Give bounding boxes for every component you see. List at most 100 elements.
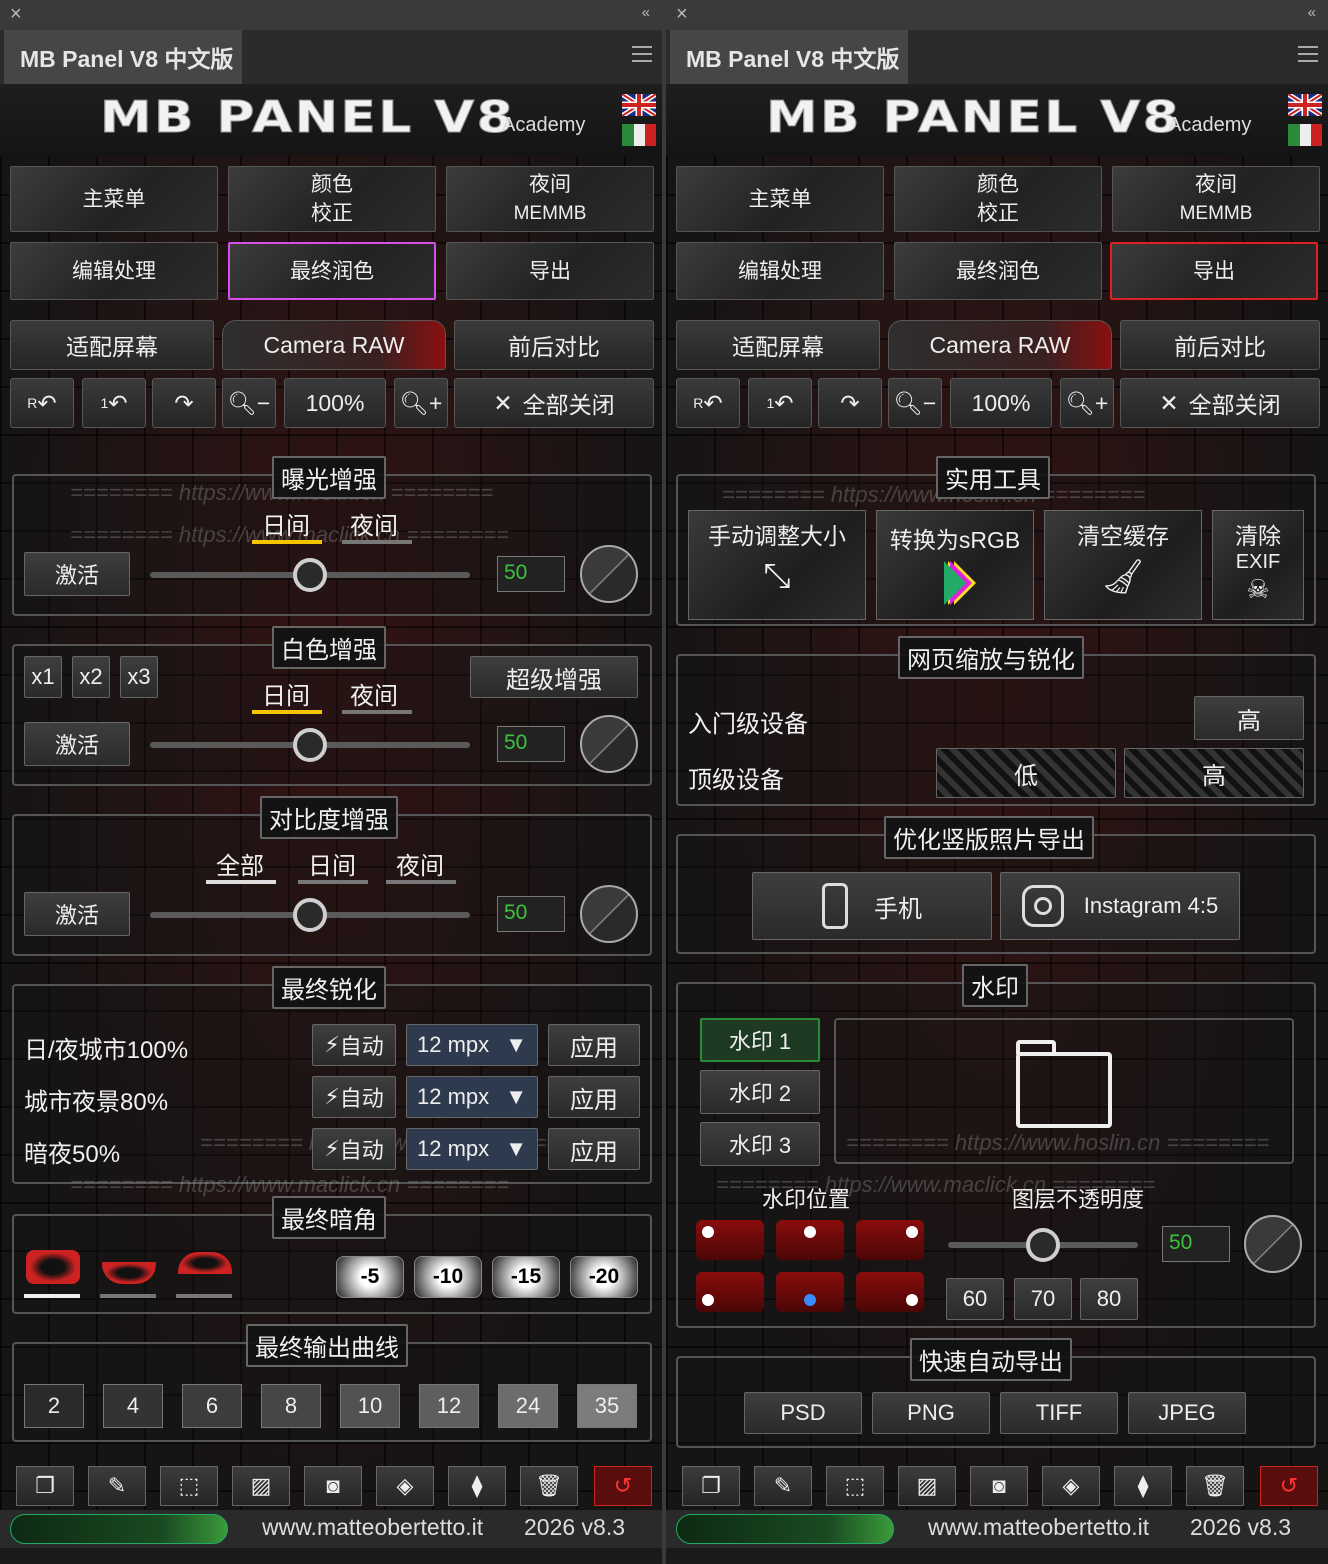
layers-icon[interactable]: ◈ [1042, 1466, 1100, 1506]
redo-button[interactable]: ↷ [818, 378, 882, 428]
auto-button[interactable]: ⚡ 自动 [312, 1128, 396, 1170]
undo-one-button[interactable]: 1 ↶ [82, 378, 146, 428]
undo-raw-button[interactable]: R ↶ [676, 378, 740, 428]
duplicate-icon[interactable]: ❐ [682, 1466, 740, 1506]
zoom-out-button[interactable]: 🔍︎− [222, 378, 276, 428]
menu-icon[interactable] [1298, 46, 1318, 62]
curve-button[interactable]: 4 [103, 1384, 163, 1428]
opacity-80-button[interactable]: 80 [1080, 1278, 1138, 1320]
activate-button[interactable]: 激活 [24, 892, 130, 936]
tab-day[interactable]: 日间 [308, 846, 356, 881]
tab-mb-panel[interactable]: MB Panel V8 中文版 [670, 30, 908, 84]
vignette-button[interactable]: -20 [570, 1256, 638, 1298]
folder-icon[interactable] [1016, 1040, 1112, 1128]
watermark-3-button[interactable]: 水印 3 [700, 1122, 820, 1166]
vignette-button[interactable]: -15 [492, 1256, 560, 1298]
curve-button[interactable]: 10 [340, 1384, 400, 1428]
vignette-top-icon[interactable] [178, 1252, 232, 1274]
apply-button[interactable]: 应用 [548, 1076, 640, 1118]
position-bottom-center[interactable] [776, 1272, 844, 1312]
dial-icon[interactable] [580, 545, 638, 603]
curve-button[interactable]: 35 [577, 1384, 637, 1428]
menu-main[interactable]: 主菜单 [10, 166, 218, 232]
tab-night[interactable]: 夜间 [350, 676, 398, 711]
tab-day[interactable]: 日间 [262, 506, 310, 541]
slider-knob[interactable] [1026, 1228, 1060, 1262]
menu-night[interactable]: 夜间 MEMMB [446, 166, 654, 232]
position-top-right[interactable] [856, 1220, 924, 1260]
top-high-button[interactable]: 高 [1124, 748, 1304, 798]
menu-color-correction[interactable]: 颜色 校正 [894, 166, 1102, 232]
tab-day[interactable]: 日间 [262, 676, 310, 711]
menu-final-touch[interactable]: 最终润色 [228, 242, 436, 300]
brush-icon[interactable]: ✎ [88, 1466, 146, 1506]
mask-icon[interactable]: ◙ [304, 1466, 362, 1506]
mask-icon[interactable]: ◙ [970, 1466, 1028, 1506]
slider-knob[interactable] [293, 558, 327, 592]
instagram-button[interactable]: Instagram 4:5 [1000, 872, 1240, 940]
x3-button[interactable]: x3 [120, 656, 158, 698]
vignette-oval-icon[interactable] [26, 1250, 80, 1284]
curve-button[interactable]: 24 [498, 1384, 558, 1428]
dial-icon[interactable] [580, 715, 638, 773]
menu-export[interactable]: 导出 [446, 242, 654, 300]
position-bottom-left[interactable] [696, 1272, 764, 1312]
clear-cache-button[interactable]: 清空缓存 🧹︎ [1044, 510, 1202, 620]
png-button[interactable]: PNG [872, 1392, 990, 1434]
mpx-select[interactable]: 12 mpx ▼ [406, 1024, 538, 1066]
menu-editing[interactable]: 编辑处理 [10, 242, 218, 300]
opacity-70-button[interactable]: 70 [1014, 1278, 1072, 1320]
redo-button[interactable]: ↷ [152, 378, 216, 428]
phone-button[interactable]: 手机 [752, 872, 992, 940]
italy-flag-icon[interactable] [622, 124, 656, 146]
curve-button[interactable]: 12 [419, 1384, 479, 1428]
x1-button[interactable]: x1 [24, 656, 62, 698]
clear-exif-button[interactable]: 清除 EXIF ☠ [1212, 510, 1304, 620]
value-field[interactable]: 50 [497, 726, 565, 762]
menu-final-touch[interactable]: 最终润色 [894, 242, 1102, 300]
duplicate-icon[interactable]: ❐ [16, 1466, 74, 1506]
reset-icon[interactable]: ↺ [594, 1466, 652, 1506]
watermark-2-button[interactable]: 水印 2 [700, 1070, 820, 1114]
psd-button[interactable]: PSD [744, 1392, 862, 1434]
apply-button[interactable]: 应用 [548, 1128, 640, 1170]
tiff-button[interactable]: TIFF [1000, 1392, 1118, 1434]
opacity-60-button[interactable]: 60 [946, 1278, 1004, 1320]
auto-button[interactable]: ⚡ 自动 [312, 1024, 396, 1066]
menu-icon[interactable] [632, 46, 652, 62]
position-top-left[interactable] [696, 1220, 764, 1260]
curve-button[interactable]: 8 [261, 1384, 321, 1428]
fit-screen-button[interactable]: 适配屏幕 [10, 320, 214, 370]
activate-button[interactable]: 激活 [24, 722, 130, 766]
undo-one-button[interactable]: 1 ↶ [748, 378, 812, 428]
flip-icon[interactable]: ⧫ [448, 1466, 506, 1506]
x2-button[interactable]: x2 [72, 656, 110, 698]
select-icon[interactable]: ⬚ [160, 1466, 218, 1506]
image-icon[interactable]: ▨ [898, 1466, 956, 1506]
vignette-button[interactable]: -10 [414, 1256, 482, 1298]
close-all-button[interactable]: ✕ 全部关闭 [454, 378, 654, 428]
compare-button[interactable]: 前后对比 [454, 320, 654, 370]
mpx-select[interactable]: 12 mpx ▼ [406, 1128, 538, 1170]
curve-button[interactable]: 2 [24, 1384, 84, 1428]
menu-editing[interactable]: 编辑处理 [676, 242, 884, 300]
slider-knob[interactable] [293, 898, 327, 932]
undo-raw-button[interactable]: R ↶ [10, 378, 74, 428]
value-field[interactable]: 50 [497, 896, 565, 932]
zoom-in-button[interactable]: 🔍︎+ [394, 378, 448, 428]
jpeg-button[interactable]: JPEG [1128, 1392, 1246, 1434]
zoom-in-button[interactable]: 🔍︎+ [1060, 378, 1114, 428]
uk-flag-icon[interactable] [1288, 94, 1322, 116]
footer-url[interactable]: www.matteobertetto.it [262, 1514, 483, 1541]
brush-icon[interactable]: ✎ [754, 1466, 812, 1506]
close-icon[interactable]: × [676, 3, 688, 26]
vignette-button[interactable]: -5 [336, 1256, 404, 1298]
tab-night[interactable]: 夜间 [350, 506, 398, 541]
camera-raw-button[interactable]: Camera RAW [222, 320, 446, 370]
collapse-icon[interactable]: « [1308, 4, 1316, 21]
tab-mb-panel[interactable]: MB Panel V8 中文版 [4, 30, 242, 84]
dial-icon[interactable] [580, 885, 638, 943]
zoom-out-button[interactable]: 🔍︎− [888, 378, 942, 428]
zoom-100-button[interactable]: 100% [284, 378, 386, 428]
resize-button[interactable]: 手动调整大小 ⤡ [688, 510, 866, 620]
